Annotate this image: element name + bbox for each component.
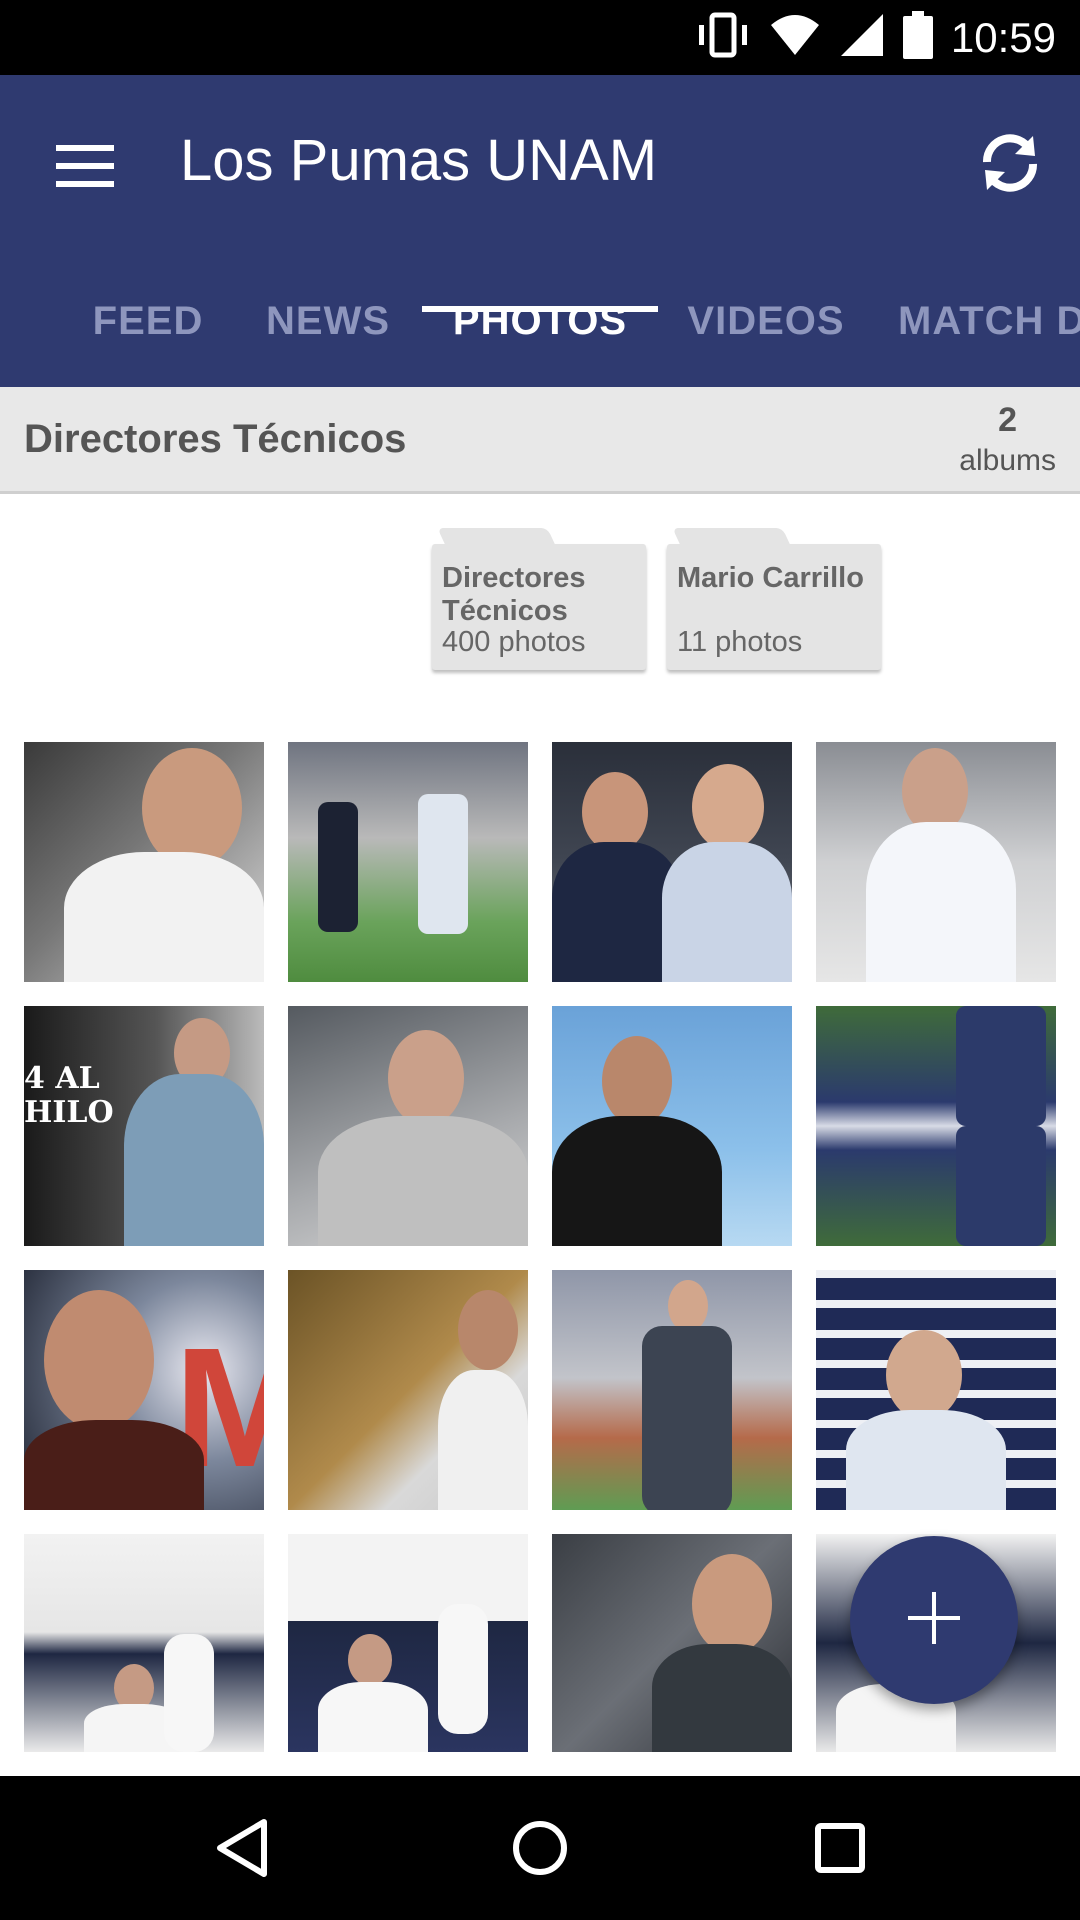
wifi-icon xyxy=(769,13,821,62)
home-icon[interactable] xyxy=(492,1800,588,1896)
refresh-icon[interactable] xyxy=(960,113,1060,213)
album-count-label: albums xyxy=(959,444,1056,477)
tab-bar: FEED NEWS PHOTOS VIDEOS MATCH D xyxy=(0,255,1080,387)
album-photo-count: 400 photos xyxy=(442,626,586,658)
tab-videos[interactable]: VIDEOS xyxy=(680,255,852,387)
photo-thumbnail[interactable] xyxy=(24,742,264,982)
signal-icon xyxy=(839,12,885,63)
tab-feed[interactable]: FEED xyxy=(70,255,226,387)
photo-thumbnail[interactable]: 4 AL HILO xyxy=(24,1006,264,1246)
app-bar: Los Pumas UNAM FEED NEWS PHOTOS VIDEOS M… xyxy=(0,75,1080,387)
recents-icon[interactable] xyxy=(792,1800,888,1896)
album-folder[interactable]: Directores Técnicos 400 photos xyxy=(432,528,646,670)
add-fab-button[interactable] xyxy=(850,1536,1018,1704)
tab-photos[interactable]: PHOTOS xyxy=(422,255,658,387)
album-photo-count: 11 photos xyxy=(677,626,803,658)
app-title: Los Pumas UNAM xyxy=(180,128,658,193)
photo-thumbnail[interactable] xyxy=(552,1006,792,1246)
battery-icon xyxy=(902,11,933,64)
tab-match[interactable]: MATCH D xyxy=(898,255,1080,387)
album-count: 2 albums xyxy=(959,401,1056,478)
status-time: 10:59 xyxy=(950,13,1056,61)
photo-thumbnail[interactable] xyxy=(288,742,528,982)
photo-thumbnail[interactable]: M xyxy=(24,1270,264,1510)
section-title: Directores Técnicos xyxy=(24,417,407,461)
photo-thumbnail[interactable] xyxy=(816,742,1056,982)
photo-thumbnail[interactable] xyxy=(288,1006,528,1246)
photo-thumbnail[interactable] xyxy=(816,1270,1056,1510)
photo-thumbnail[interactable] xyxy=(816,1006,1056,1246)
back-icon[interactable] xyxy=(194,1800,290,1896)
photo-thumbnail[interactable] xyxy=(552,1270,792,1510)
vibrate-icon xyxy=(695,11,751,64)
photo-overlay-text: 4 AL HILO xyxy=(24,1061,114,1130)
album-name: Directores Técnicos xyxy=(442,562,586,627)
tab-indicator xyxy=(422,306,658,312)
album-count-number: 2 xyxy=(998,401,1018,439)
tab-news[interactable]: NEWS xyxy=(258,255,398,387)
photo-thumbnail[interactable] xyxy=(288,1534,528,1752)
hamburger-menu-icon[interactable] xyxy=(40,121,130,211)
plus-icon xyxy=(906,1590,962,1651)
album-name: Mario Carrillo xyxy=(677,562,864,594)
status-bar: 10:59 xyxy=(0,0,1080,75)
photo-thumbnail[interactable] xyxy=(288,1270,528,1510)
photo-thumbnail[interactable] xyxy=(552,742,792,982)
photo-thumbnail[interactable] xyxy=(24,1534,264,1752)
photo-thumbnail[interactable] xyxy=(552,1534,792,1752)
album-folder[interactable]: Mario Carrillo 11 photos xyxy=(667,528,881,670)
section-header: Directores Técnicos 2 albums xyxy=(0,387,1080,494)
navigation-bar xyxy=(0,1776,1080,1920)
status-icons: 10:59 xyxy=(695,0,1056,75)
